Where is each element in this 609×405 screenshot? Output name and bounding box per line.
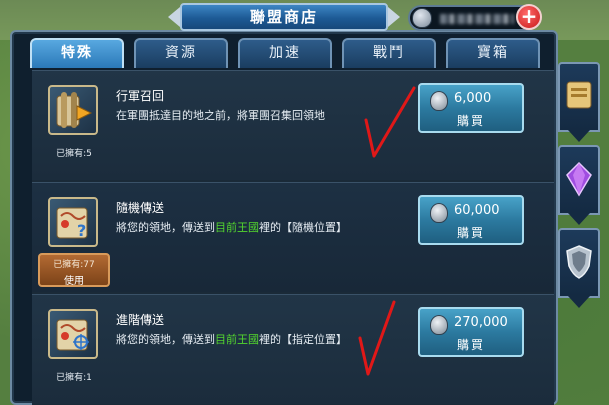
- side-tab-shield[interactable]: [558, 228, 600, 308]
- buy-button[interactable]: 270,000 購買: [418, 307, 524, 357]
- buy-button[interactable]: 60,000 購買: [418, 195, 524, 245]
- category-tabs: 特殊 資源 加速 戰鬥 寶箱: [30, 38, 550, 68]
- shield-coin-icon: [412, 8, 432, 28]
- buy-label: 購買: [456, 226, 485, 240]
- item-name: 進階傳送: [116, 313, 165, 327]
- price: 270,000: [454, 315, 508, 330]
- tab-combat[interactable]: 戰鬥: [342, 38, 436, 68]
- buy-label: 購買: [456, 114, 485, 128]
- random-teleport-map-icon: ?: [48, 197, 98, 247]
- item-description: 將您的領地，傳送到目前王國裡的【指定位置】: [116, 333, 347, 346]
- owned-count: 已擁有:77: [53, 260, 95, 270]
- page-title: 聯盟商店: [180, 3, 388, 31]
- tab-special[interactable]: 特殊: [30, 38, 124, 68]
- price: 60,000: [454, 203, 500, 218]
- use-label: 使用: [64, 276, 84, 287]
- list-item: ? 已擁有:77 使用 隨機傳送 將您的領地，傳送到目前王國裡的【隨機位置】 6…: [32, 182, 554, 292]
- advanced-teleport-map-icon: [48, 309, 98, 359]
- currency-amount-blurred: [440, 14, 514, 24]
- title-bar: 聯盟商店: [168, 3, 400, 31]
- shield-coin-icon: [430, 315, 448, 335]
- owned-count: 已擁有:5: [56, 149, 92, 159]
- item-description: 在軍團抵達目的地之前，將軍團召集回領地: [116, 109, 325, 122]
- shield-coin-icon: [430, 203, 448, 223]
- recall-scroll-icon: [48, 85, 98, 135]
- buy-label: 購買: [456, 338, 485, 352]
- item-name: 隨機傳送: [116, 201, 165, 215]
- purple-gem-icon: [566, 161, 592, 197]
- use-button[interactable]: 已擁有:77 使用: [38, 253, 110, 287]
- tab-speedup[interactable]: 加速: [238, 38, 332, 68]
- owned-count: 已擁有:1: [56, 373, 92, 383]
- title-left-ornament: [168, 7, 180, 27]
- list-item: 已擁有:5 行軍召回 在軍團抵達目的地之前，將軍團召集回領地 6,000 購買: [32, 70, 554, 180]
- title-right-ornament: [388, 7, 400, 27]
- shield-icon: [566, 245, 592, 279]
- scroll-icon: [566, 81, 592, 109]
- list-item: 已擁有:1 進階傳送 將您的領地，傳送到目前王國裡的【指定位置】 270,000…: [32, 294, 554, 404]
- tab-chest[interactable]: 寶箱: [446, 38, 540, 68]
- side-tab-scroll[interactable]: [558, 62, 600, 142]
- side-tab-gem[interactable]: [558, 145, 600, 225]
- tab-resources[interactable]: 資源: [134, 38, 228, 68]
- item-name: 行軍召回: [116, 89, 165, 103]
- item-description: 將您的領地，傳送到目前王國裡的【隨機位置】: [116, 221, 347, 234]
- add-currency-button[interactable]: +: [516, 4, 542, 30]
- buy-button[interactable]: 6,000 購買: [418, 83, 524, 133]
- svg-text:?: ?: [77, 221, 86, 240]
- price: 6,000: [454, 91, 492, 106]
- item-list: 已擁有:5 行軍召回 在軍團抵達目的地之前，將軍團召集回領地 6,000 購買 …: [32, 70, 554, 405]
- shield-coin-icon: [430, 91, 448, 111]
